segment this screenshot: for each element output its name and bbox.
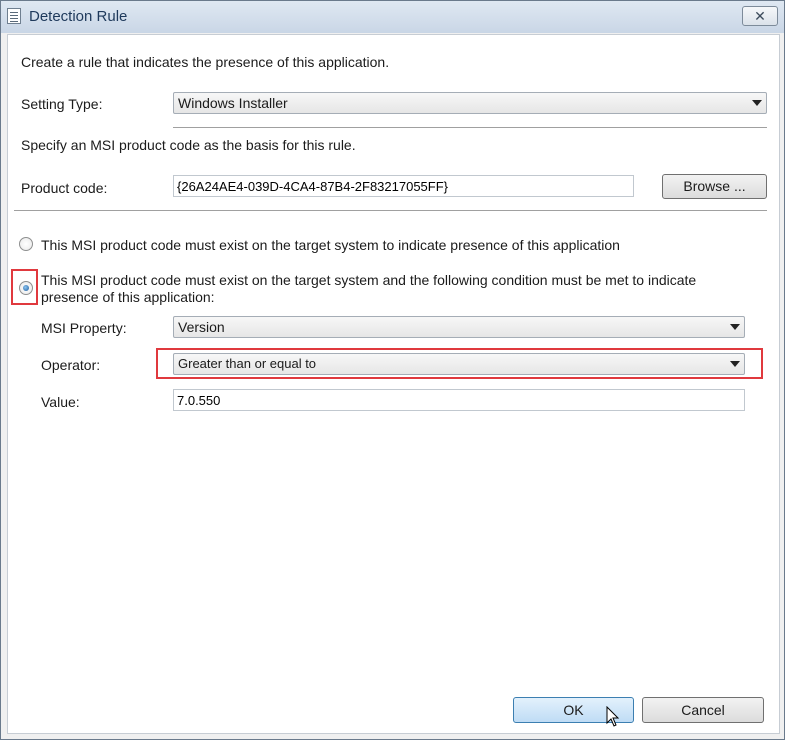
cancel-button[interactable]: Cancel xyxy=(642,697,764,723)
product-code-label: Product code: xyxy=(21,180,108,196)
close-button[interactable]: ✕ xyxy=(742,6,778,26)
chevron-down-icon xyxy=(730,324,740,330)
mouse-pointer-icon xyxy=(606,706,620,727)
msi-property-label: MSI Property: xyxy=(41,320,127,336)
radio-exists-only-label: This MSI product code must exist on the … xyxy=(41,237,620,253)
value-input[interactable] xyxy=(173,389,745,411)
divider xyxy=(14,210,767,212)
product-code-input[interactable] xyxy=(173,175,634,197)
msi-section-text: Specify an MSI product code as the basis… xyxy=(21,137,356,153)
dialog-body: Create a rule that indicates the presenc… xyxy=(7,34,780,734)
window-title: Detection Rule xyxy=(29,8,128,25)
detection-rule-dialog: Detection Rule ✕ Create a rule that indi… xyxy=(0,0,785,740)
divider xyxy=(173,127,767,129)
highlight-box xyxy=(156,348,763,379)
radio-exists-only[interactable] xyxy=(19,237,33,251)
radio-condition-label-line1: This MSI product code must exist on the … xyxy=(41,272,697,288)
highlight-box xyxy=(11,269,38,305)
setting-type-label: Setting Type: xyxy=(21,96,103,112)
close-icon: ✕ xyxy=(754,8,766,24)
title-bar: Detection Rule ✕ xyxy=(1,1,784,33)
operator-label: Operator: xyxy=(41,357,101,373)
setting-type-value: Windows Installer xyxy=(178,95,288,111)
dialog-icon xyxy=(7,8,21,24)
chevron-down-icon xyxy=(752,100,762,106)
radio-condition-label-line2: presence of this application: xyxy=(41,289,215,305)
setting-type-dropdown[interactable]: Windows Installer xyxy=(173,92,767,114)
msi-property-dropdown[interactable]: Version xyxy=(173,316,745,338)
msi-property-value: Version xyxy=(178,319,225,335)
browse-button[interactable]: Browse ... xyxy=(662,174,767,199)
intro-text: Create a rule that indicates the presenc… xyxy=(21,54,390,70)
value-label: Value: xyxy=(41,394,80,410)
